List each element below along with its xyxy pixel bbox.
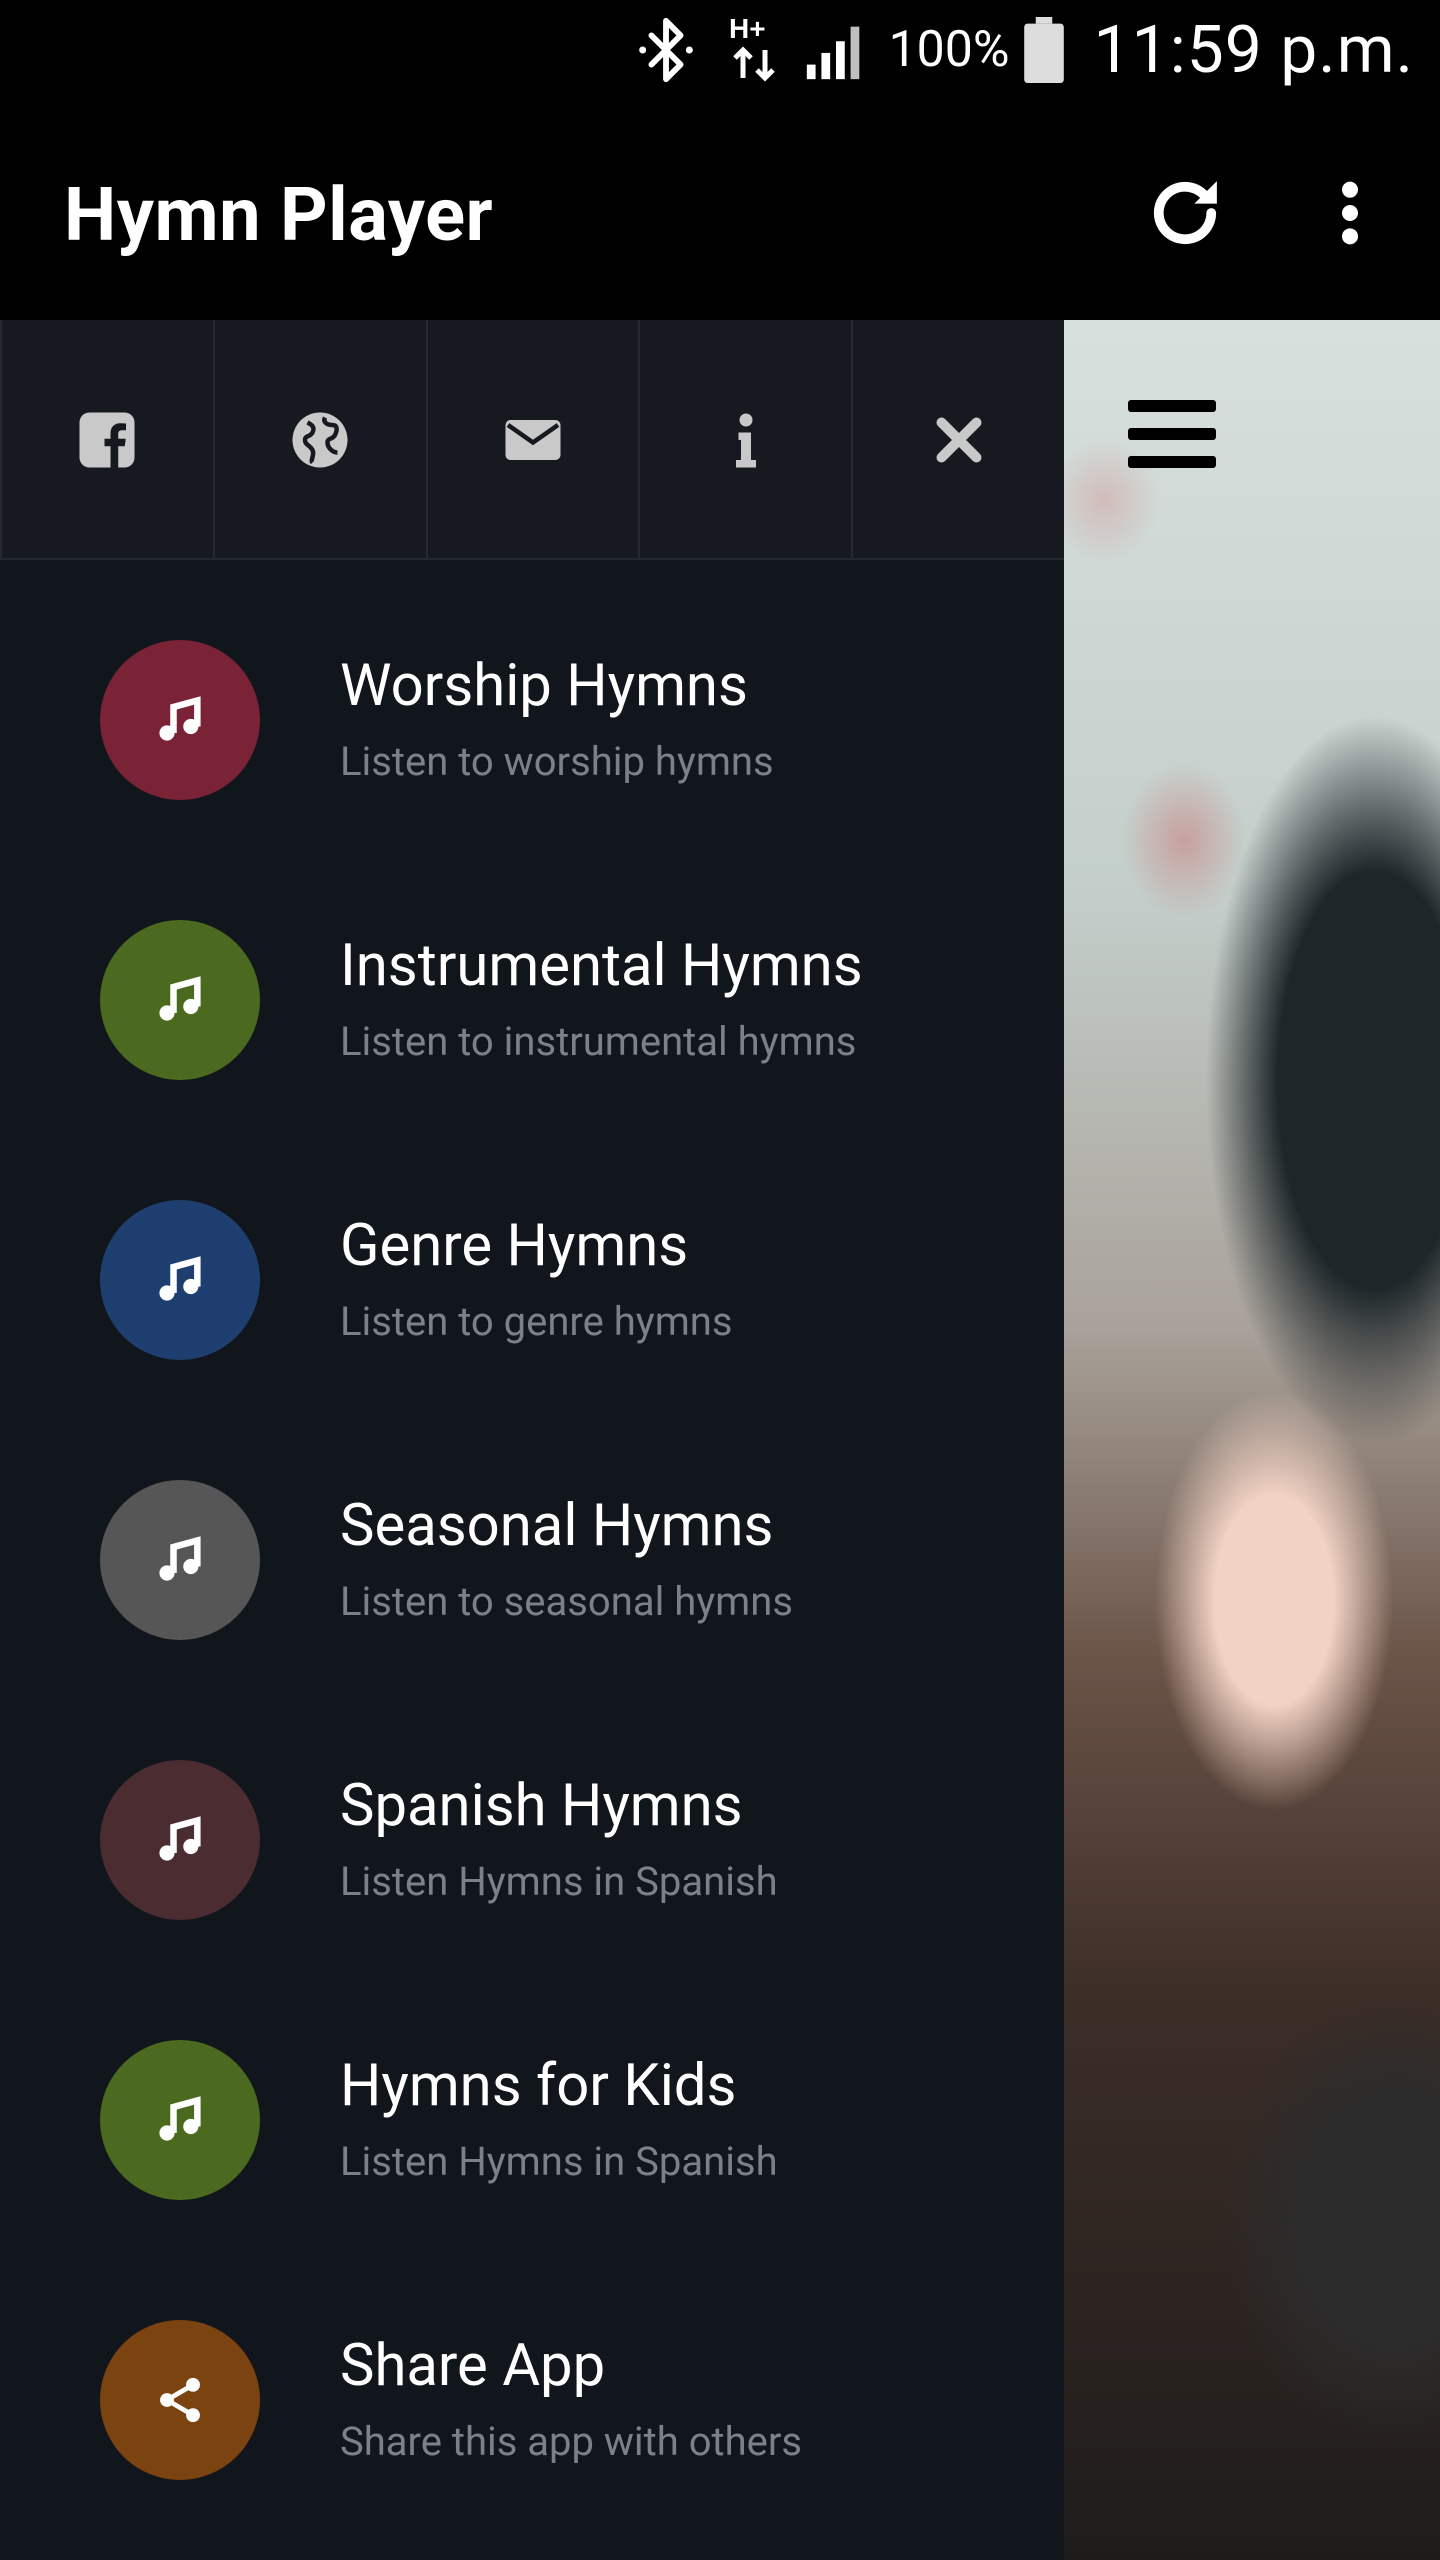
menu-item-title: Seasonal Hymns (340, 1492, 774, 1560)
menu-item-instrumental-hymns[interactable]: Instrumental Hymns Listen to instrumenta… (0, 920, 1064, 1200)
drawer-toolbar (0, 320, 1064, 560)
share-app-badge (100, 2320, 260, 2480)
info-icon (735, 413, 756, 468)
info-button[interactable] (638, 320, 851, 560)
hamburger-menu-button[interactable] (1126, 394, 1220, 474)
hamburger-menu-icon (1128, 400, 1216, 468)
menu-item-hymns-for-kids[interactable]: Hymns for Kids Listen Hymns in Spanish (0, 2040, 1064, 2320)
close-drawer-button[interactable] (851, 320, 1064, 560)
status-clock: 11:59 p.m. (1093, 11, 1414, 89)
menu-item-subtitle: Listen to seasonal hymns (340, 1578, 793, 1625)
navigation-drawer: Worship Hymns Listen to worship hymns In… (0, 320, 1064, 2560)
menu-item-subtitle: Listen Hymns in Spanish (340, 1858, 778, 1905)
envelope-icon (505, 420, 561, 460)
background-photo (1064, 320, 1440, 2560)
facebook-button[interactable] (0, 320, 213, 560)
hymns-for-kids-badge (100, 2040, 260, 2200)
email-button[interactable] (425, 320, 639, 560)
menu-item-title: Worship Hymns (340, 652, 748, 720)
worship-hymns-badge (100, 640, 260, 800)
facebook-icon (79, 412, 135, 468)
globe-icon (292, 412, 348, 468)
svg-text:H+: H+ (729, 13, 766, 44)
music-note-icon (159, 696, 201, 741)
menu-item-genre-hymns[interactable]: Genre Hymns Listen to genre hymns (0, 1200, 1064, 1480)
menu-item-subtitle: Listen to worship hymns (340, 738, 774, 785)
music-note-icon (159, 2096, 201, 2141)
menu-item-subtitle: Listen Hymns in Spanish (340, 2138, 778, 2185)
menu-item-subtitle: Listen to genre hymns (340, 1298, 733, 1345)
menu-item-subtitle: Share this app with others (340, 2418, 803, 2465)
app-title: Hymn Player (64, 172, 494, 259)
music-note-icon (159, 976, 201, 1021)
refresh-icon (1153, 181, 1217, 245)
status-bar: H+ 100% 11:59 p.m. (0, 0, 1440, 100)
menu-item-title: Spanish Hymns (340, 1772, 743, 1840)
spanish-hymns-badge (100, 1760, 260, 1920)
bluetooth-icon (631, 15, 701, 85)
menu-item-seasonal-hymns[interactable]: Seasonal Hymns Listen to seasonal hymns (0, 1480, 1064, 1760)
menu-item-subtitle: Listen to instrumental hymns (340, 1018, 857, 1065)
network-hplus-icon: H+ (725, 10, 785, 90)
menu-item-title: Share App (340, 2332, 606, 2400)
menu-item-worship-hymns[interactable]: Worship Hymns Listen to worship hymns (0, 640, 1064, 920)
menu-item-spanish-hymns[interactable]: Spanish Hymns Listen Hymns in Spanish (0, 1760, 1064, 2040)
close-icon (936, 417, 982, 463)
genre-hymns-badge (100, 1200, 260, 1360)
seasonal-hymns-badge (100, 1480, 260, 1640)
more-options-button[interactable] (1310, 168, 1390, 258)
share-icon (160, 2377, 200, 2423)
battery-icon (1023, 17, 1064, 83)
music-note-icon (159, 1536, 201, 1581)
refresh-button[interactable] (1140, 168, 1230, 258)
website-button[interactable] (212, 320, 426, 560)
menu-item-title: Genre Hymns (340, 1212, 689, 1280)
menu-item-title: Instrumental Hymns (340, 932, 863, 1000)
more-vert-icon (1342, 181, 1358, 245)
battery-percent: 100% (888, 21, 1010, 79)
app-bar: Hymn Player (0, 100, 1440, 320)
music-note-icon (159, 1256, 201, 1301)
drawer-menu-list: Worship Hymns Listen to worship hymns In… (0, 640, 1064, 2560)
music-note-icon (159, 1816, 201, 1861)
signal-icon (801, 15, 871, 85)
instrumental-hymns-badge (100, 920, 260, 1080)
menu-item-share-app[interactable]: Share App Share this app with others (0, 2320, 1064, 2560)
menu-item-title: Hymns for Kids (340, 2052, 737, 2120)
